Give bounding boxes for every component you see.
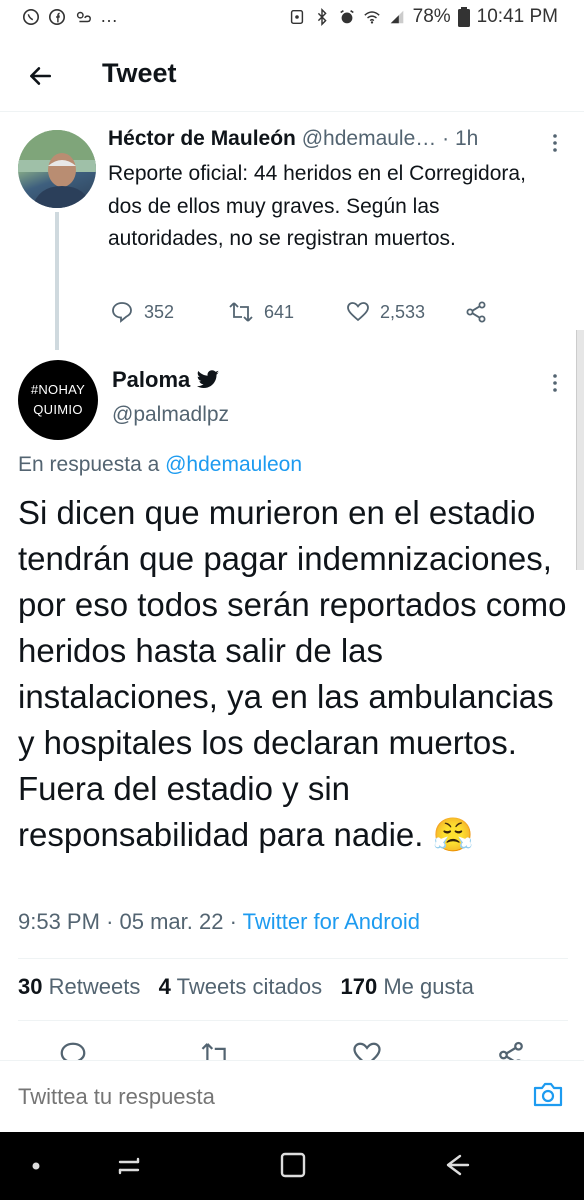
battery-icon — [457, 7, 470, 27]
replying-to-line: En respuesta a @hdemauleon — [18, 453, 302, 477]
parent-reply-button[interactable]: 352 — [110, 300, 174, 324]
reply-composer-bar — [0, 1060, 584, 1132]
meta-separator: · — [106, 909, 114, 934]
parent-author-name[interactable]: Héctor de Mauleón — [108, 127, 296, 150]
main-author-name-row[interactable]: Paloma — [112, 367, 220, 393]
share-icon[interactable] — [496, 1040, 526, 1060]
battery-percent: 78% — [412, 6, 451, 27]
main-tweet-text: Si dicen que murieron en el estadio tend… — [18, 490, 574, 858]
quotes-label: Tweets citados — [176, 974, 323, 999]
parent-like-button[interactable]: 2,533 — [346, 300, 425, 324]
tweet-date[interactable]: 05 mar. 22 — [120, 909, 224, 934]
parent-retweet-button[interactable]: 641 — [228, 300, 294, 324]
tweet-stats-row: 30 Retweets 4 Tweets citados 170 Me gust… — [18, 974, 474, 1000]
facebook-icon — [48, 8, 66, 25]
main-author-avatar[interactable]: #NOHAY QUIMIO — [18, 360, 98, 440]
arrow-left-icon — [30, 67, 52, 85]
parent-more-options-button[interactable] — [548, 132, 562, 159]
retweets-label: Retweets — [48, 974, 141, 999]
weather-icon — [76, 11, 91, 22]
recent-apps-icon[interactable] — [114, 1152, 144, 1180]
more-vertical-icon — [553, 374, 557, 392]
system-nav-bar — [0, 1132, 584, 1200]
camera-icon — [533, 1082, 563, 1107]
retweets-stat[interactable]: 30 Retweets — [18, 974, 140, 999]
parent-retweet-count: 641 — [264, 301, 295, 322]
retweets-count: 30 — [18, 974, 43, 999]
avatar-photo — [18, 130, 96, 208]
avatar-text-line1: #NOHAY — [30, 382, 86, 397]
signal-icon — [390, 10, 403, 24]
reply-icon — [112, 302, 132, 323]
scrollbar-thumb[interactable] — [576, 330, 584, 570]
more-vertical-icon — [553, 134, 557, 152]
heart-icon[interactable] — [352, 1040, 382, 1060]
nfc-icon — [290, 9, 303, 25]
retweet-icon[interactable] — [200, 1040, 232, 1060]
more-notifications-icon: … — [100, 6, 119, 26]
alarm-icon — [339, 10, 354, 24]
divider — [18, 1020, 568, 1021]
parent-tweet-time: · 1h — [442, 127, 479, 150]
divider — [18, 958, 568, 959]
retweet-icon — [229, 302, 253, 322]
tweet-meta-row: 9:53 PM · 05 mar. 22 · Twitter for Andro… — [18, 909, 420, 935]
parent-author-row[interactable]: Héctor de Mauleón @hdemaule… · 1h — [108, 127, 568, 151]
thread-connector-line — [55, 212, 59, 350]
quotes-stat[interactable]: 4 Tweets citados — [159, 974, 322, 999]
back-button[interactable] — [20, 56, 60, 96]
heart-icon — [347, 302, 369, 322]
clock: 10:41 PM — [476, 6, 558, 27]
main-tweet-actions — [0, 1038, 584, 1060]
bluetooth-icon — [317, 8, 327, 26]
replying-to-label: En respuesta a — [18, 453, 160, 476]
parent-tweet-text: Reporte oficial: 44 heridos en el Correg… — [108, 162, 526, 250]
likes-stat[interactable]: 170 Me gusta — [341, 974, 474, 999]
parent-share-button[interactable] — [464, 300, 488, 324]
reply-icon[interactable] — [58, 1040, 88, 1060]
avatar-text-line2: QUIMIO — [33, 402, 83, 417]
camera-button[interactable] — [532, 1079, 564, 1114]
steam-face-emoji: 😤 — [432, 816, 474, 853]
main-author-name[interactable]: Paloma — [112, 367, 190, 393]
wifi-icon — [363, 11, 380, 24]
meta-separator: · — [229, 909, 237, 934]
tweet-source-link[interactable]: Twitter for Android — [243, 909, 420, 934]
quotes-count: 4 — [158, 974, 171, 999]
parent-reply-count: 352 — [144, 301, 175, 322]
home-icon[interactable] — [278, 1150, 308, 1180]
status-bar: … 78% 10:41 PM — [0, 0, 584, 36]
page-title: Tweet — [102, 58, 177, 88]
parent-like-count: 2,533 — [380, 301, 426, 322]
tweet-time[interactable]: 9:53 PM — [18, 909, 100, 934]
main-more-options-button[interactable] — [548, 372, 562, 399]
share-icon — [466, 301, 486, 323]
likes-label: Me gusta — [383, 974, 474, 999]
whatsapp-icon — [22, 8, 40, 25]
back-nav-icon[interactable] — [440, 1150, 472, 1180]
twitter-bird-icon — [197, 370, 220, 388]
likes-count: 170 — [340, 974, 378, 999]
replying-to-handle-link[interactable]: @hdemauleon — [165, 453, 302, 476]
parent-author-avatar[interactable] — [18, 130, 96, 208]
app-header: Tweet — [0, 40, 584, 112]
main-author-handle[interactable]: @palmadlpz — [112, 403, 229, 427]
reply-input[interactable] — [18, 1084, 498, 1110]
nav-dot-icon — [32, 1162, 40, 1170]
main-tweet-body: Si dicen que murieron en el estadio tend… — [18, 494, 567, 853]
parent-tweet-actions: 352 641 2,533 — [108, 300, 508, 330]
parent-author-handle[interactable]: @hdemaule… — [302, 127, 437, 150]
